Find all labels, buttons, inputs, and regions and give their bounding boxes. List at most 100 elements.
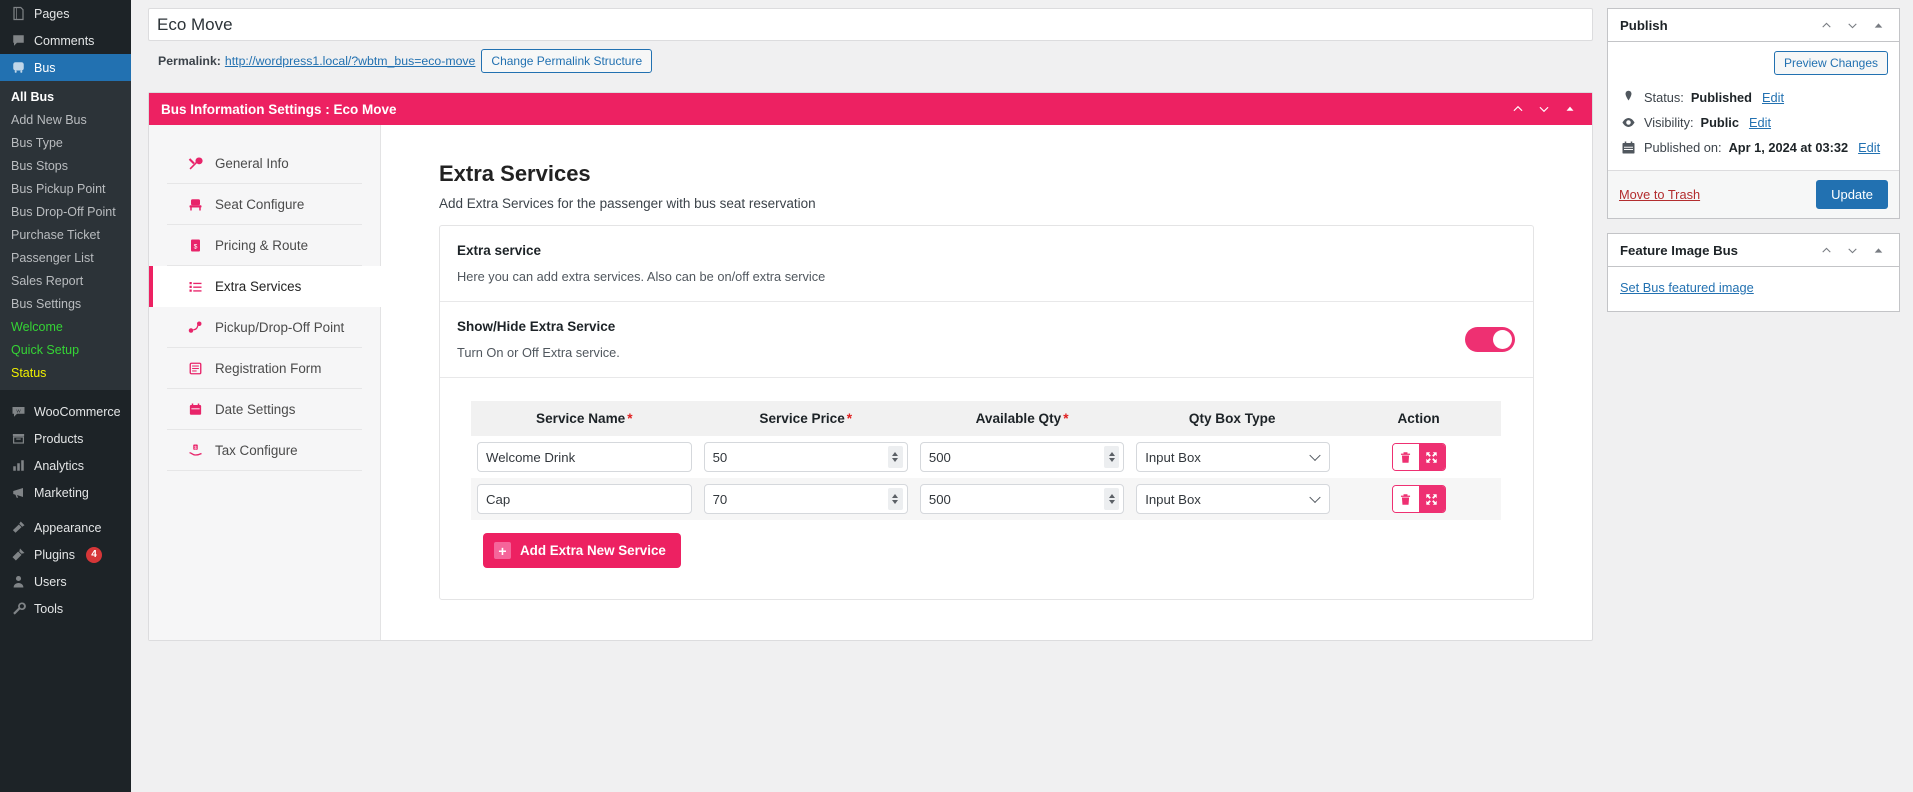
submenu-bus-settings[interactable]: Bus Settings	[0, 292, 131, 315]
publish-move-down-button[interactable]	[1839, 12, 1865, 38]
submenu-bus-drop-off-point[interactable]: Bus Drop-Off Point	[0, 200, 131, 223]
service-name-input[interactable]	[477, 484, 692, 514]
comments-icon	[9, 32, 27, 50]
visibility-edit-link[interactable]: Edit	[1749, 115, 1771, 130]
submenu-status[interactable]: Status	[0, 361, 131, 384]
preview-changes-button[interactable]: Preview Changes	[1774, 51, 1888, 75]
submenu-quick-setup[interactable]: Quick Setup	[0, 338, 131, 361]
extra-services-card: Extra service Here you can add extra ser…	[439, 225, 1534, 600]
delete-service-button[interactable]	[1393, 444, 1419, 470]
sidebar-item-users[interactable]: Users	[0, 568, 131, 595]
qty-stepper[interactable]	[1104, 488, 1119, 510]
change-permalink-structure-button[interactable]: Change Permalink Structure	[481, 49, 652, 73]
woocommerce-icon: W	[9, 403, 27, 421]
publish-box-title: Publish	[1620, 18, 1813, 33]
submenu-sales-report[interactable]: Sales Report	[0, 269, 131, 292]
service-name-input[interactable]	[477, 442, 692, 472]
list-icon	[187, 279, 204, 294]
submenu-bus-stops[interactable]: Bus Stops	[0, 154, 131, 177]
publish-toggle-button[interactable]	[1865, 12, 1891, 38]
cell-qty-box-type: Input Box	[1130, 478, 1336, 520]
service-price-input[interactable]	[704, 442, 908, 472]
status-edit-link[interactable]: Edit	[1762, 90, 1784, 105]
chevron-up-icon	[1511, 102, 1525, 116]
table-row: Input Box	[471, 478, 1501, 520]
sidebar-item-appearance[interactable]: Appearance	[0, 514, 131, 541]
bus-submenu: All Bus Add New Bus Bus Type Bus Stops B…	[0, 81, 131, 390]
sidebar-item-bus[interactable]: Bus	[0, 54, 131, 81]
table-row: Input Box	[471, 436, 1501, 478]
caret-up-icon	[1872, 244, 1885, 257]
metabox-toggle-button[interactable]	[1557, 96, 1583, 122]
metabox-move-down-button[interactable]	[1531, 96, 1557, 122]
add-button-label: Add Extra New Service	[520, 543, 666, 558]
tab-extra-services[interactable]: Extra Services	[149, 266, 381, 307]
toggle-description: Turn On or Off Extra service.	[457, 345, 1465, 360]
submenu-welcome[interactable]: Welcome	[0, 315, 131, 338]
price-stepper[interactable]	[888, 488, 903, 510]
submenu-purchase-ticket[interactable]: Purchase Ticket	[0, 223, 131, 246]
services-table-section: Service Name* Service Price* Available Q…	[440, 378, 1533, 599]
feature-toggle-button[interactable]	[1865, 237, 1891, 263]
submenu-bus-type[interactable]: Bus Type	[0, 131, 131, 154]
svg-text:$: $	[194, 243, 198, 250]
price-doc-icon: $	[187, 238, 204, 253]
permalink-label: Permalink:	[158, 54, 221, 68]
set-featured-image-link[interactable]: Set Bus featured image	[1620, 280, 1754, 295]
available-qty-input[interactable]	[920, 484, 1124, 514]
move-service-button[interactable]	[1419, 486, 1445, 512]
cell-available-qty	[914, 436, 1130, 478]
available-qty-input[interactable]	[920, 442, 1124, 472]
panel-heading: Extra Services	[439, 161, 1534, 187]
show-hide-extra-service-toggle[interactable]	[1465, 327, 1515, 352]
delete-service-button[interactable]	[1393, 486, 1419, 512]
sidebar-item-comments[interactable]: Comments	[0, 27, 131, 54]
chevron-down-icon	[1537, 102, 1551, 116]
submenu-passenger-list[interactable]: Passenger List	[0, 246, 131, 269]
sidebar-item-marketing[interactable]: Marketing	[0, 479, 131, 506]
form-icon	[187, 361, 204, 376]
publish-box-body: Preview Changes Status: Published Edit	[1608, 42, 1899, 170]
publish-move-up-button[interactable]	[1813, 12, 1839, 38]
move-service-button[interactable]	[1419, 444, 1445, 470]
tab-date-settings[interactable]: Date Settings	[167, 389, 362, 430]
tab-pickup-drop-off-point[interactable]: Pickup/Drop-Off Point	[167, 307, 362, 348]
qty-box-type-select[interactable]: Input Box	[1136, 442, 1330, 472]
update-button[interactable]: Update	[1816, 180, 1888, 209]
submenu-add-new-bus[interactable]: Add New Bus	[0, 108, 131, 131]
cell-action	[1336, 436, 1501, 478]
published-edit-link[interactable]: Edit	[1858, 140, 1880, 155]
metabox-move-up-button[interactable]	[1505, 96, 1531, 122]
sidebar-item-pages[interactable]: Pages	[0, 0, 131, 27]
sidebar-metaboxes: Publish Preview Changes	[1607, 8, 1900, 792]
published-value: Apr 1, 2024 at 03:32	[1729, 140, 1849, 155]
feature-move-up-button[interactable]	[1813, 237, 1839, 263]
tab-seat-configure[interactable]: Seat Configure	[167, 184, 362, 225]
permalink-url[interactable]: http://wordpress1.local/?wbtm_bus=eco-mo…	[225, 54, 476, 68]
tab-pricing-route[interactable]: $ Pricing & Route	[167, 225, 362, 266]
post-title-input[interactable]	[148, 8, 1593, 41]
feature-move-down-button[interactable]	[1839, 237, 1865, 263]
sidebar-item-analytics[interactable]: Analytics	[0, 452, 131, 479]
main-area: Permalink: http://wordpress1.local/?wbtm…	[131, 0, 1913, 792]
tab-tax-configure[interactable]: $ Tax Configure	[167, 430, 362, 471]
calendar-icon	[187, 402, 204, 417]
sidebar-item-products[interactable]: Products	[0, 425, 131, 452]
qty-stepper[interactable]	[1104, 446, 1119, 468]
sidebar-item-label: Pages	[34, 7, 69, 21]
sidebar-item-label: Analytics	[34, 459, 84, 473]
service-price-input[interactable]	[704, 484, 908, 514]
tools-icon	[9, 600, 27, 618]
sidebar-item-woocommerce[interactable]: W WooCommerce	[0, 398, 131, 425]
tab-general-info[interactable]: General Info	[167, 143, 362, 184]
move-to-trash-link[interactable]: Move to Trash	[1619, 187, 1816, 202]
price-stepper[interactable]	[888, 446, 903, 468]
tab-registration-form[interactable]: Registration Form	[167, 348, 362, 389]
submenu-bus-pickup-point[interactable]: Bus Pickup Point	[0, 177, 131, 200]
tab-label: General Info	[215, 156, 289, 171]
sidebar-item-tools[interactable]: Tools	[0, 595, 131, 622]
submenu-all-bus[interactable]: All Bus	[0, 85, 131, 108]
add-extra-new-service-button[interactable]: + Add Extra New Service	[483, 533, 681, 568]
sidebar-item-plugins[interactable]: Plugins 4	[0, 541, 131, 568]
qty-box-type-select[interactable]: Input Box	[1136, 484, 1330, 514]
